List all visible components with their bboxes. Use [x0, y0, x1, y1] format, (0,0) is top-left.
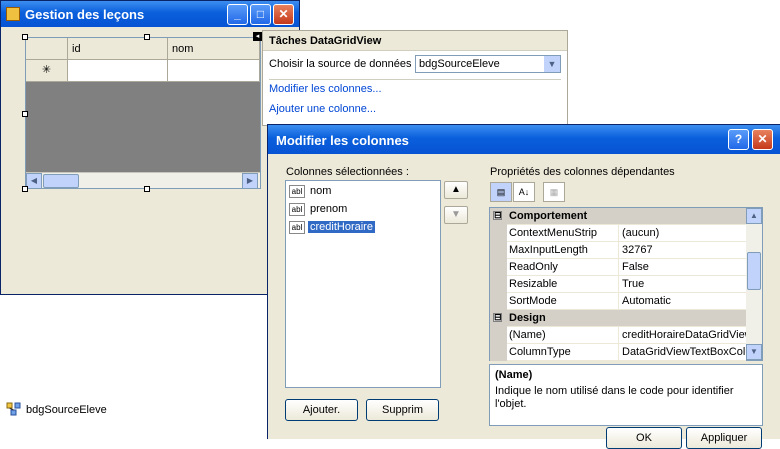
property-value[interactable]: True [620, 276, 746, 292]
property-grid-scrollbar[interactable]: ▲ ▼ [746, 208, 762, 360]
collapse-icon[interactable]: ⊟ [493, 313, 502, 322]
smart-tag-icon[interactable]: ◂ [253, 32, 262, 41]
move-up-button[interactable]: ▲ [444, 181, 468, 199]
move-down-button[interactable]: ▼ [444, 206, 468, 224]
add-column-link[interactable]: Ajouter une colonne... [269, 103, 376, 115]
selected-columns-list[interactable]: abl nom abl prenom abl creditHoraire [285, 180, 441, 388]
property-row[interactable]: Resizable True [490, 276, 746, 293]
row-header-corner [26, 38, 68, 60]
description-title: (Name) [495, 369, 533, 381]
tasks-title: Tâches DataGridView [263, 31, 567, 51]
selection-handle[interactable] [144, 34, 150, 40]
tray-component-label: bdgSourceEleve [26, 404, 107, 416]
grid-horizontal-scrollbar[interactable]: ◀ ▶ [26, 172, 260, 189]
property-toolbar: ▤ A↓ ▦ [490, 182, 570, 204]
property-value[interactable]: creditHoraireDataGridView [620, 327, 746, 343]
data-source-value: bdgSourceEleve [419, 58, 500, 70]
new-row-icon: ✳ [26, 60, 68, 81]
property-value[interactable]: (aucun) [620, 225, 746, 241]
scroll-left-icon[interactable]: ◀ [26, 173, 42, 189]
maximize-button[interactable]: □ [250, 4, 271, 25]
dialog-close-button[interactable]: ✕ [752, 129, 773, 150]
property-name: ContextMenuStrip [507, 225, 619, 241]
chevron-down-icon[interactable]: ▼ [544, 56, 560, 72]
categorized-icon[interactable]: ▤ [490, 182, 512, 202]
grid-new-row[interactable]: ✳ [26, 60, 260, 82]
textbox-column-icon: abl [289, 221, 305, 234]
divider [269, 79, 561, 80]
property-description-panel: (Name) Indique le nom utilisé dans le co… [489, 364, 763, 426]
selection-handle[interactable] [22, 186, 28, 192]
selection-handle[interactable] [22, 34, 28, 40]
remove-column-button[interactable]: Supprim [366, 399, 439, 421]
column-name: nom [310, 185, 332, 197]
alphabetical-icon[interactable]: A↓ [513, 182, 535, 202]
scroll-down-icon[interactable]: ▼ [746, 344, 762, 360]
list-item[interactable]: abl nom [289, 184, 439, 200]
property-row[interactable]: MaxInputLength 32767 [490, 242, 746, 259]
datagridview-tasks-panel: Tâches DataGridView Choisir la source de… [262, 30, 568, 126]
properties-label: Propriétés des colonnes dépendantes [490, 166, 675, 178]
category-name: Comportement [509, 210, 588, 222]
property-name: Resizable [507, 276, 619, 292]
textbox-column-icon: abl [289, 185, 305, 198]
property-pages-icon[interactable]: ▦ [543, 182, 565, 202]
scroll-thumb[interactable] [747, 252, 761, 290]
column-name: creditHoraire [308, 221, 375, 233]
minimize-button[interactable]: _ [227, 4, 248, 25]
scroll-up-icon[interactable]: ▲ [746, 208, 762, 224]
property-row[interactable]: ReadOnly False [490, 259, 746, 276]
property-name: (Name) [507, 327, 619, 343]
scroll-right-icon[interactable]: ▶ [242, 173, 258, 189]
form-title: Gestion des leçons [25, 7, 145, 22]
add-column-button[interactable]: Ajouter. [285, 399, 358, 421]
app-icon [6, 7, 20, 21]
help-button[interactable]: ? [728, 129, 749, 150]
edit-columns-dialog: Modifier les colonnes ? ✕ Colonnes sélec… [267, 124, 780, 449]
textbox-column-icon: abl [289, 203, 305, 216]
selection-handle[interactable] [22, 111, 28, 117]
scroll-thumb[interactable] [43, 174, 79, 188]
property-grid[interactable]: ⊟ Comportement ContextMenuStrip (aucun) … [489, 207, 763, 361]
edit-columns-link[interactable]: Modifier les colonnes... [269, 83, 382, 95]
property-name: SortMode [507, 293, 619, 309]
form-titlebar[interactable]: Gestion des leçons _ □ ✕ [1, 1, 299, 27]
binding-source-icon [6, 402, 21, 416]
property-value[interactable]: Automatic [620, 293, 746, 309]
list-item-selected[interactable]: abl creditHoraire [289, 220, 439, 236]
property-value[interactable]: DataGridViewTextBoxColu [620, 344, 746, 360]
property-value[interactable]: 32767 [620, 242, 746, 258]
data-source-label: Choisir la source de données [269, 58, 412, 70]
column-header-id[interactable]: id [68, 38, 168, 60]
apply-button[interactable]: Appliquer [686, 427, 762, 449]
column-name: prenom [310, 203, 348, 215]
property-row[interactable]: (Name) creditHoraireDataGridView [490, 327, 746, 344]
selection-handle[interactable] [144, 186, 150, 192]
property-value[interactable]: False [620, 259, 746, 275]
dialog-titlebar[interactable]: Modifier les colonnes ? ✕ [268, 125, 780, 154]
data-source-select[interactable]: bdgSourceEleve ▼ [415, 55, 561, 73]
property-row[interactable]: ContextMenuStrip (aucun) [490, 225, 746, 242]
form-window: Gestion des leçons _ □ ✕ id nom ✳ ◀ ▶ ◂ [0, 0, 300, 295]
grid-header: id nom [26, 38, 260, 60]
ok-button[interactable]: OK [606, 427, 682, 449]
selected-columns-label: Colonnes sélectionnées : [286, 166, 409, 178]
property-row[interactable]: SortMode Automatic [490, 293, 746, 310]
category-row[interactable]: ⊟ Comportement [490, 208, 746, 225]
data-grid[interactable]: id nom ✳ ◀ ▶ [25, 37, 261, 189]
dialog-title: Modifier les colonnes [276, 133, 409, 148]
description-text: Indique le nom utilisé dans le code pour… [495, 385, 734, 410]
list-item[interactable]: abl prenom [289, 202, 439, 218]
column-header-nom[interactable]: nom [168, 38, 260, 60]
property-name: MaxInputLength [507, 242, 619, 258]
grid-cell[interactable] [68, 60, 168, 81]
property-name: ColumnType [507, 344, 619, 360]
property-name: ReadOnly [507, 259, 619, 275]
close-button[interactable]: ✕ [273, 4, 294, 25]
category-row[interactable]: ⊟ Design [490, 310, 746, 327]
category-name: Design [509, 312, 546, 324]
collapse-icon[interactable]: ⊟ [493, 211, 502, 220]
grid-cell[interactable] [168, 60, 260, 81]
property-row[interactable]: ColumnType DataGridViewTextBoxColu [490, 344, 746, 361]
